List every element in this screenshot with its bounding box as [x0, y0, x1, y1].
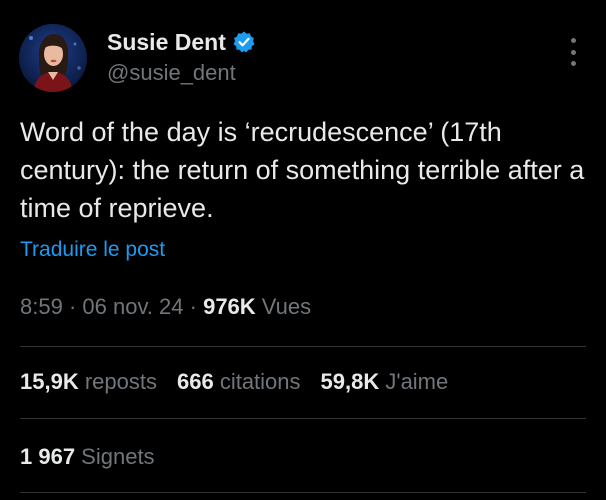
meta-separator: ·	[62, 294, 83, 319]
translate-post-link[interactable]: Traduire le post	[20, 238, 165, 262]
avatar-portrait-image	[19, 24, 87, 92]
likes-stat[interactable]: 59,8K J'aime	[321, 369, 449, 395]
reposts-label: reposts	[78, 369, 157, 394]
engagement-stats: 15,9K reposts 666 citations 59,8K J'aime	[20, 369, 448, 395]
post-text: Word of the day is ‘recrudescence’ (17th…	[20, 117, 585, 223]
tweet-detail: Susie Dent @susie_dent Word of the day i…	[0, 0, 606, 500]
likes-count: 59,8K	[320, 369, 380, 394]
bookmarks-count: 1 967	[20, 444, 76, 469]
meta-separator: ·	[183, 294, 204, 319]
bookmarks-stat[interactable]: 1 967 Signets	[20, 444, 155, 470]
views-count: 976K	[203, 294, 256, 319]
views-label: Vues	[255, 294, 312, 319]
post-date[interactable]: 06 nov. 24	[82, 294, 183, 319]
reposts-stat[interactable]: 15,9K reposts	[20, 369, 157, 395]
author-display-name[interactable]: Susie Dent	[107, 29, 226, 56]
avatar[interactable]	[19, 24, 87, 92]
more-options-icon[interactable]	[562, 38, 584, 66]
quotes-stat[interactable]: 666 citations	[177, 369, 301, 395]
author-handle[interactable]: @susie_dent	[107, 60, 236, 86]
quotes-label: citations	[213, 369, 301, 394]
quotes-count: 666	[176, 369, 214, 394]
bookmarks-label: Signets	[75, 444, 155, 469]
divider	[20, 346, 586, 347]
divider	[20, 418, 586, 419]
divider	[20, 492, 586, 493]
likes-label: J'aime	[379, 369, 449, 394]
reposts-count: 15,9K	[20, 369, 79, 394]
verified-badge-icon[interactable]	[232, 30, 256, 54]
post-meta: 8:59 · 06 nov. 24 · 976K Vues	[20, 294, 311, 320]
author-name-row: Susie Dent	[107, 28, 256, 56]
post-time[interactable]: 8:59	[20, 294, 63, 319]
